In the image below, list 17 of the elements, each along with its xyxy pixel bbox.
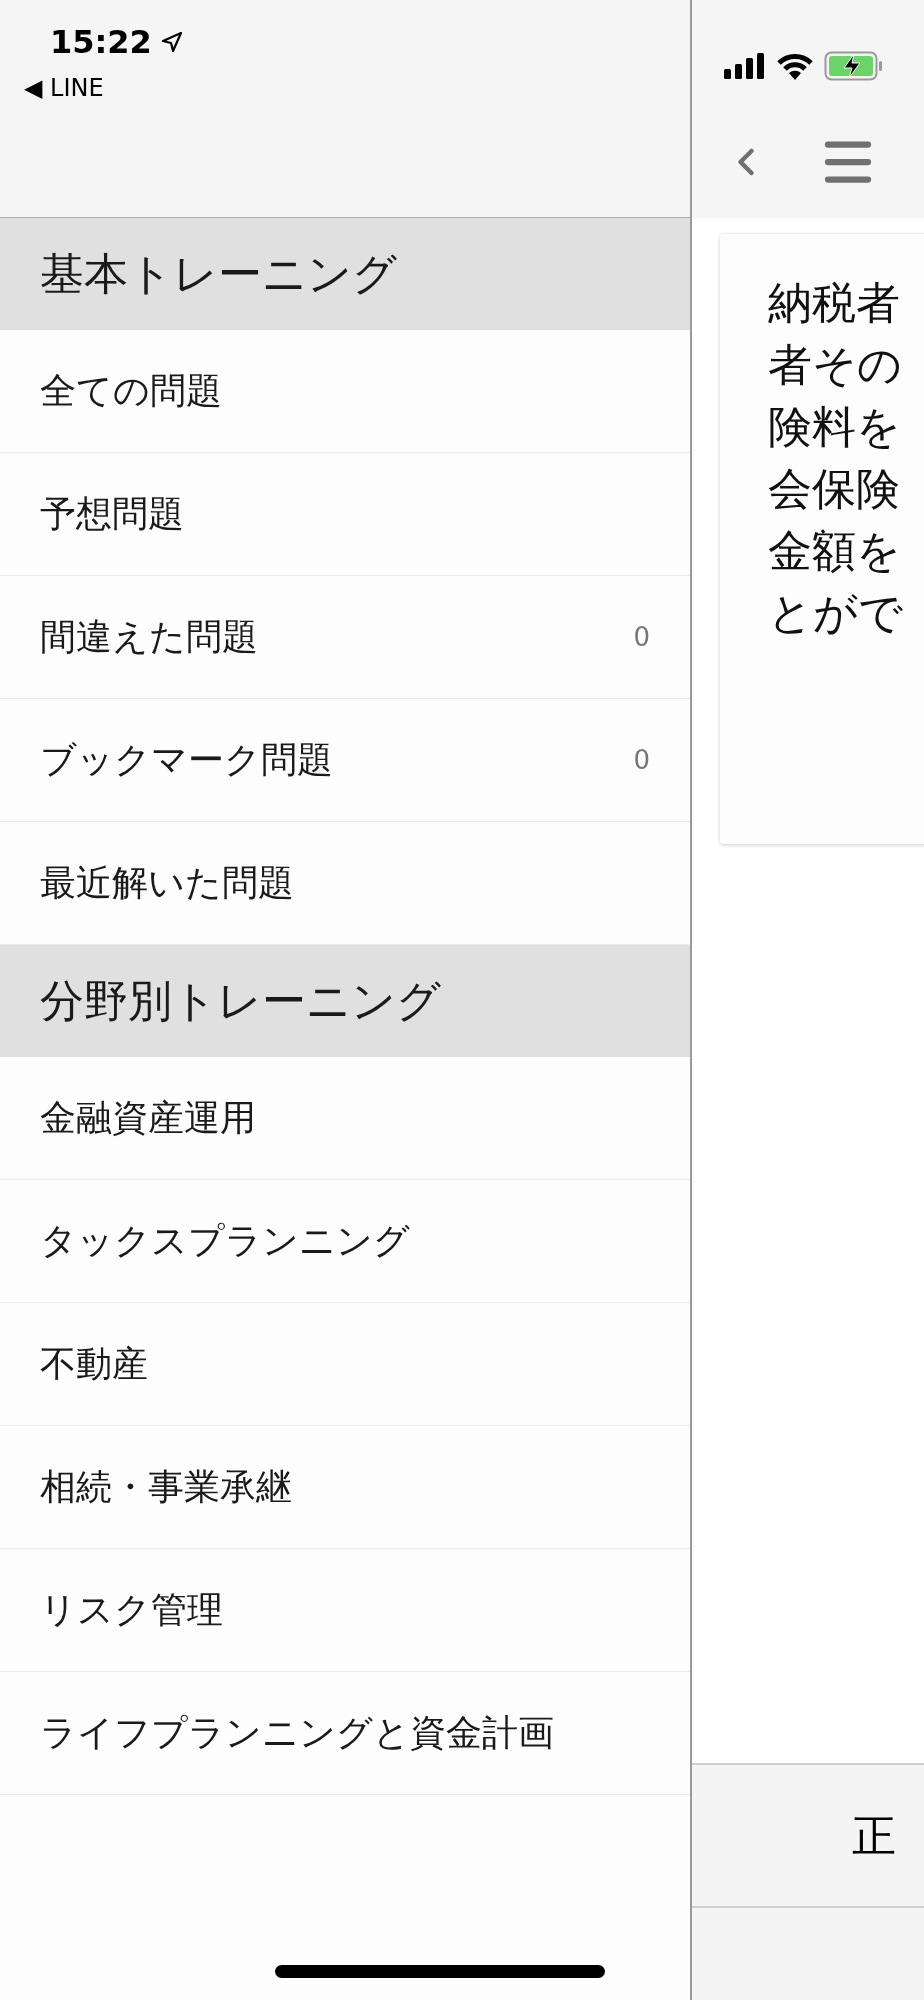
answer-button[interactable]: 正 [692,1763,924,1908]
battery-charging-icon [824,51,884,81]
location-arrow-icon [159,30,184,54]
wifi-icon [776,52,814,80]
question-text-line: とがで [768,586,903,640]
signal-icon [724,53,766,79]
question-text-line: 会保険 [768,462,900,516]
item-count: 0 [633,743,650,777]
question-text-line: 金額を [768,524,901,578]
section-header: 分野別トレーニング [0,945,690,1057]
section-header: 基本トレーニング [0,218,690,330]
question-text-line: 者その [768,338,902,392]
item-count: 0 [633,620,650,654]
back-to-app-link[interactable]: ◀ LINE [24,70,104,106]
question-text-line: 険料を [768,400,901,454]
question-text-line: 納税者 [768,276,900,330]
status-time: 15:22 [50,22,152,63]
